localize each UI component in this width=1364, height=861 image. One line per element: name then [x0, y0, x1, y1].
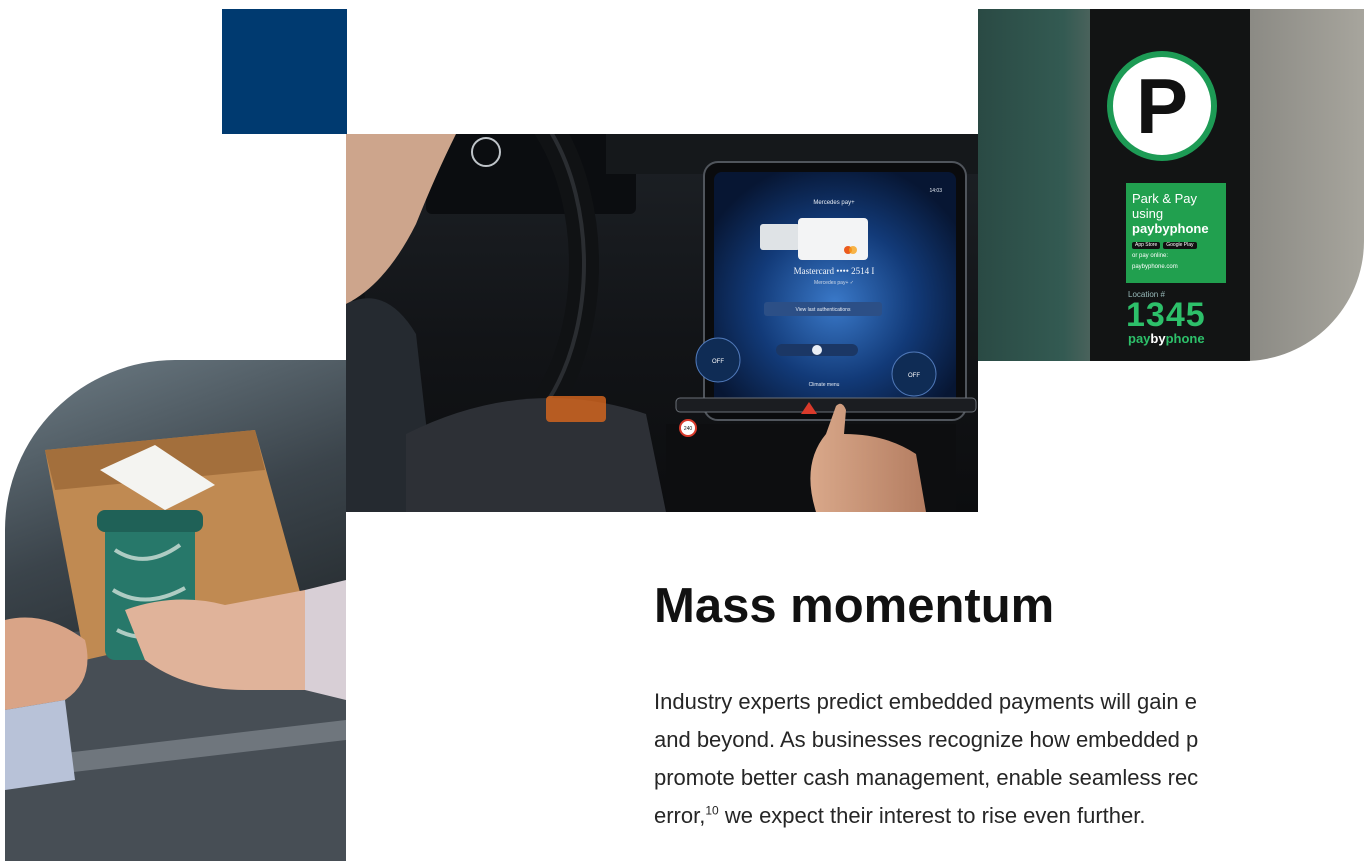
paybyphone-bottom-brand: paybyphone [1128, 331, 1205, 346]
footnote-ref[interactable]: 10 [705, 804, 718, 818]
car-dashboard-photo: Mercedes pay+ 14:03 Mastercard •••• 2514… [346, 134, 978, 512]
parking-meter-photo: P Park & Pay using paybyphone App Store … [978, 9, 1364, 361]
navy-accent-square [222, 9, 347, 134]
body-paragraph: Industry experts predict embedded paymen… [654, 683, 1364, 861]
screen-clock: 14:03 [929, 188, 942, 194]
pay-online-label: or pay online: [1132, 253, 1169, 259]
google-play-badge: Google Play [1163, 242, 1197, 249]
view-authentications-button: View last authentications [796, 307, 851, 313]
card-label: Mastercard •••• 2514 I [794, 266, 875, 276]
park-pay-line2: using [1132, 206, 1164, 221]
climate-off-right: OFF [908, 373, 920, 379]
section-heading: Mass momentum [654, 579, 1055, 633]
home-icon [812, 345, 822, 355]
app-store-badge: App Store [1132, 242, 1161, 249]
pay-online-site: paybyphone.com [1132, 264, 1178, 270]
body-line-4-end: we expect their interest to rise even fu… [718, 803, 1146, 828]
brand-part-phone: phone [1165, 331, 1205, 346]
body-line-1: Industry experts predict embedded paymen… [654, 689, 1197, 714]
brand-part-by: by [1150, 331, 1166, 346]
coffee-handover-photo [5, 360, 346, 861]
parking-sign-icon: P [1107, 51, 1217, 161]
climate-off-left: OFF [712, 359, 724, 365]
page: Mercedes pay+ 14:03 Mastercard •••• 2514… [0, 0, 1364, 861]
body-line-3: promote better cash management, enable s… [654, 765, 1199, 790]
climate-menu-label: Climate menu [809, 382, 840, 388]
paybyphone-brand: paybyphone [1132, 221, 1209, 236]
speed-sign: 240 [684, 426, 693, 432]
body-line-4: error,10 we expect their interest to ris… [654, 797, 1364, 835]
parking-sign-letter: P [1135, 62, 1189, 150]
body-line-2: and beyond. As businesses recognize how … [654, 727, 1199, 752]
location-number: 1345 [1126, 296, 1206, 334]
body-line-4-start: error, [654, 803, 706, 828]
brand-part-pay: pay [1128, 331, 1151, 346]
parking-meter: P Park & Pay using paybyphone App Store … [1090, 9, 1250, 361]
park-and-pay-panel: Park & Pay using paybyphone App Store Go… [1126, 183, 1226, 283]
screen-title: Mercedes pay+ [813, 200, 855, 206]
card-sublabel: Mercedes pay+ ✓ [814, 280, 854, 286]
park-pay-line1: Park & Pay [1132, 191, 1198, 206]
